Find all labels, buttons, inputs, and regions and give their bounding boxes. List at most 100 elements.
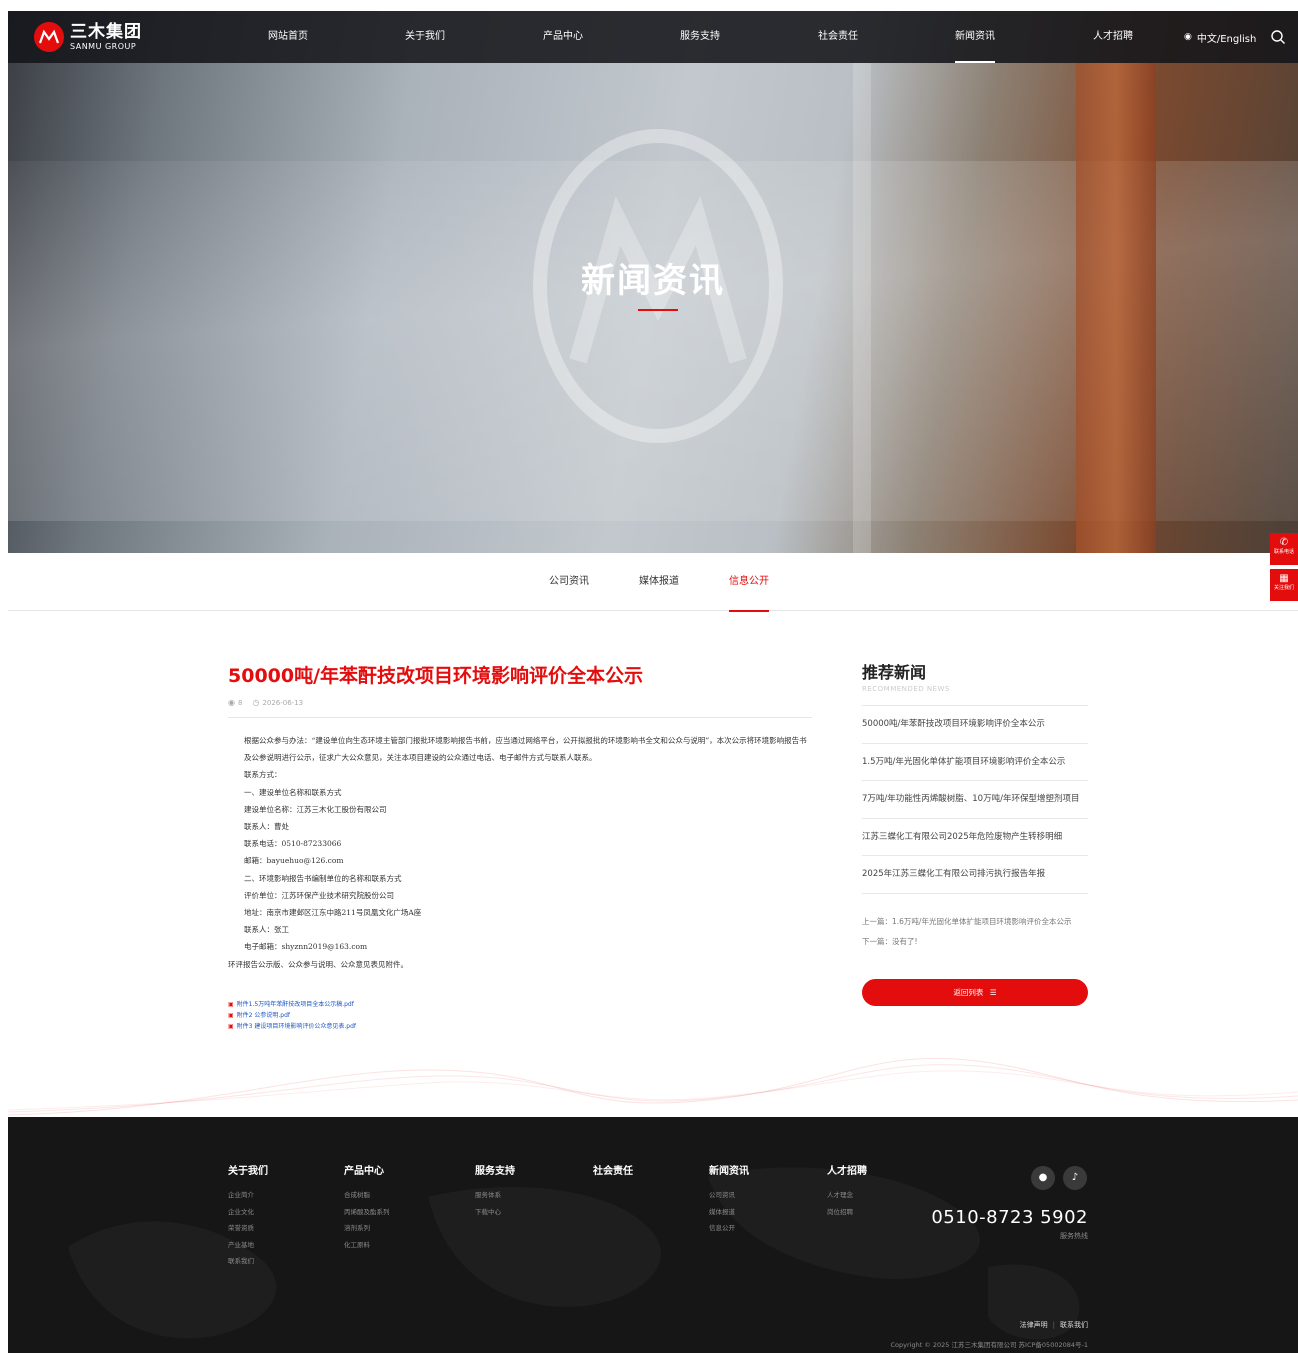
attachment-name: 附件3 建设项目环境影响评价公众意见表.pdf bbox=[236, 1022, 357, 1030]
attachment-link[interactable]: ▣ 附件3 建设项目环境影响评价公众意见表.pdf bbox=[228, 1021, 812, 1032]
decorative-waves bbox=[8, 1057, 1298, 1116]
footer-col-careers: 人才招聘 人才理念 岗位招聘 bbox=[827, 1165, 867, 1220]
world-map-background bbox=[68, 1167, 1080, 1340]
nav-news[interactable]: 新闻资讯 bbox=[955, 11, 995, 63]
page: 新闻资讯 三木集团 SANMU GROUP 网站首页 关于我们 产品中心 服务支… bbox=[0, 0, 1298, 1353]
article-divider bbox=[228, 717, 812, 718]
glass-post bbox=[853, 63, 871, 553]
article-paragraph: 联系人：张工 bbox=[244, 925, 289, 935]
prev-next-nav: 上一篇：1.6万吨/年光固化单体扩能项目环境影响评价全本公示 下一篇：没有了! bbox=[862, 912, 1088, 952]
attachment-name: 附件2 公参说明.pdf bbox=[236, 1011, 291, 1019]
nav-about[interactable]: 关于我们 bbox=[405, 11, 445, 63]
language-switch[interactable]: ◉ 中文/English bbox=[1184, 11, 1256, 63]
footer-link[interactable]: 联系我们 bbox=[228, 1253, 268, 1270]
tab-info-disclosure[interactable]: 信息公开 bbox=[729, 553, 769, 612]
attachment-name: 附件1.5万吨年苯酐技改项目全本公示稿.pdf bbox=[236, 1000, 354, 1008]
footer-col-title[interactable]: 服务支持 bbox=[475, 1165, 515, 1179]
hero-underline bbox=[638, 309, 678, 311]
prev-article-link[interactable]: 上一篇：1.6万吨/年光固化单体扩能项目环境影响评价全本公示 bbox=[862, 912, 1088, 932]
service-hotline: 0510-8723 5902 bbox=[931, 1207, 1088, 1228]
footer-legal-links: 法律声明 | 联系我们 bbox=[1019, 1321, 1088, 1329]
article-paragraph: 联系人：曹处 bbox=[244, 822, 289, 832]
nav-products[interactable]: 产品中心 bbox=[543, 11, 583, 63]
nav-responsibility[interactable]: 社会责任 bbox=[818, 11, 858, 63]
article-paragraph: 二、环境影响报告书编制单位的名称和联系方式 bbox=[244, 873, 402, 883]
search-icon[interactable] bbox=[1270, 29, 1286, 45]
legal-notice-link[interactable]: 法律声明 bbox=[1020, 1321, 1048, 1329]
eye-icon: ◉ bbox=[228, 698, 235, 707]
wechat-icon[interactable]: ● bbox=[1031, 1166, 1055, 1190]
footer-link[interactable]: 合成树脂 bbox=[344, 1187, 390, 1204]
footer-link[interactable]: 信息公开 bbox=[709, 1220, 749, 1237]
recommended-list: 50000吨/年苯酐技改项目环境影响评价全本公示 1.5万吨/年光固化单体扩能项… bbox=[862, 705, 1088, 894]
recommended-item[interactable]: 50000吨/年苯酐技改项目环境影响评价全本公示 bbox=[862, 706, 1088, 744]
tab-company-news[interactable]: 公司资讯 bbox=[549, 553, 589, 611]
view-count: 8 bbox=[237, 698, 243, 707]
hotline-label: 服务热线 bbox=[1060, 1232, 1088, 1240]
article-paragraph: 地址：南京市建邺区江东中路211号凤凰文化广场A座 bbox=[244, 908, 422, 918]
pdf-icon: ▣ bbox=[228, 1022, 234, 1030]
logo-name-cn: 三木集团 bbox=[70, 21, 142, 42]
footer-col-title[interactable]: 产品中心 bbox=[344, 1165, 390, 1179]
footer-link[interactable]: 企业简介 bbox=[228, 1187, 268, 1204]
article-paragraph: 联系电话：0510-87233066 bbox=[244, 839, 342, 849]
footer-col-title[interactable]: 社会责任 bbox=[593, 1165, 633, 1179]
footer-link[interactable]: 企业文化 bbox=[228, 1204, 268, 1221]
recommended-item[interactable]: 江苏三蝶化工有限公司2025年危险废物产生转移明细 bbox=[862, 819, 1088, 856]
recommended-sidebar: 推荐新闻 RECOMMENDED NEWS 50000吨/年苯酐技改项目环境影响… bbox=[862, 662, 1088, 1006]
phone-icon: ✆ bbox=[1279, 537, 1289, 548]
next-article-link[interactable]: 下一篇：没有了! bbox=[862, 932, 1088, 952]
top-navbar: 三木集团 SANMU GROUP 网站首页 关于我们 产品中心 服务支持 社会责… bbox=[8, 11, 1298, 63]
footer-link[interactable]: 下载中心 bbox=[475, 1204, 515, 1221]
language-label: 中文/English bbox=[1196, 33, 1257, 45]
sanmu-logo-icon bbox=[34, 22, 64, 52]
attachment-link[interactable]: ▣ 附件1.5万吨年苯酐技改项目全本公示稿.pdf bbox=[228, 999, 812, 1010]
footer-col-about: 关于我们 企业简介 企业文化 荣誉资质 产业基地 联系我们 bbox=[228, 1165, 268, 1270]
footer-link[interactable]: 服务体系 bbox=[475, 1187, 515, 1204]
footer-link[interactable]: 丙烯酸及酯系列 bbox=[344, 1204, 390, 1221]
footer-link[interactable]: 产业基地 bbox=[228, 1237, 268, 1254]
publish-date: 2026-06-13 bbox=[262, 698, 304, 707]
footer-link[interactable]: 公司资讯 bbox=[709, 1187, 749, 1204]
nav-home[interactable]: 网站首页 bbox=[268, 11, 308, 63]
footer-link[interactable]: 荣誉资质 bbox=[228, 1220, 268, 1237]
hero-banner: 新闻资讯 bbox=[8, 11, 1298, 553]
article-title: 50000吨/年苯酐技改项目环境影响评价全本公示 bbox=[228, 665, 644, 687]
article-paragraph: 电子邮箱：shyznn2019@163.com bbox=[244, 942, 368, 952]
hero-title: 新闻资讯 bbox=[581, 261, 725, 301]
nav-service[interactable]: 服务支持 bbox=[680, 11, 720, 63]
recommended-item[interactable]: 7万吨/年功能性丙烯酸树脂、10万吨/年环保型增塑剂项目 bbox=[862, 781, 1088, 819]
pdf-icon: ▣ bbox=[228, 1000, 234, 1008]
globe-icon: ◉ bbox=[1184, 32, 1192, 42]
attachment-link[interactable]: ▣ 附件2 公参说明.pdf bbox=[228, 1010, 812, 1021]
nav-careers[interactable]: 人才招聘 bbox=[1093, 11, 1133, 63]
article-paragraph: 根据公众参与办法：“建设单位向生态环境主管部门报批环境影响报告书前，应当通过网络… bbox=[244, 736, 807, 763]
wood-pillar bbox=[1076, 63, 1156, 553]
footer-link[interactable]: 溶剂系列 bbox=[344, 1220, 390, 1237]
article-meta: ◉ 8 ◷ 2026-06-13 bbox=[228, 698, 812, 707]
footer-col-title[interactable]: 关于我们 bbox=[228, 1165, 268, 1179]
contact-us-link[interactable]: 联系我们 bbox=[1060, 1321, 1088, 1329]
article-paragraph: 联系方式： bbox=[244, 770, 282, 780]
logo-name-en: SANMU GROUP bbox=[70, 41, 137, 51]
sidebar-subtitle: RECOMMENDED NEWS bbox=[862, 685, 950, 693]
footer-col-title[interactable]: 新闻资讯 bbox=[709, 1165, 749, 1179]
copyright: Copyright © 2025 江苏三木集团有限公司 苏ICP备0500208… bbox=[890, 1341, 1088, 1349]
attachment-list: ▣ 附件1.5万吨年苯酐技改项目全本公示稿.pdf ▣ 附件2 公参说明.pdf ▣… bbox=[228, 999, 812, 1032]
footer-link[interactable]: 化工原料 bbox=[344, 1237, 390, 1254]
back-to-list-label: 返回列表 bbox=[953, 987, 984, 997]
logo[interactable]: 三木集团 SANMU GROUP bbox=[34, 21, 142, 53]
recommended-item[interactable]: 2025年江苏三蝶化工有限公司排污执行报告年报 bbox=[862, 856, 1088, 894]
tab-media-reports[interactable]: 媒体报道 bbox=[639, 553, 679, 611]
footer-col-responsibility: 社会责任 bbox=[593, 1165, 633, 1179]
footer-link[interactable]: 媒体报道 bbox=[709, 1204, 749, 1221]
footer-col-news: 新闻资讯 公司资讯 媒体报道 信息公开 bbox=[709, 1165, 749, 1237]
footer-col-title[interactable]: 人才招聘 bbox=[827, 1165, 867, 1179]
footer-link[interactable]: 人才理念 bbox=[827, 1187, 867, 1204]
article-paragraph: 一、建设单位名称和联系方式 bbox=[244, 787, 342, 797]
recommended-item[interactable]: 1.5万吨/年光固化单体扩能项目环境影响评价全本公示 bbox=[862, 744, 1088, 781]
footer-col-products: 产品中心 合成树脂 丙烯酸及酯系列 溶剂系列 化工原料 bbox=[344, 1165, 390, 1253]
footer-link[interactable]: 岗位招聘 bbox=[827, 1204, 867, 1221]
tiktok-icon[interactable]: ♪ bbox=[1063, 1166, 1087, 1190]
back-to-list-button[interactable]: 返回列表 ☰ bbox=[862, 978, 1088, 1006]
